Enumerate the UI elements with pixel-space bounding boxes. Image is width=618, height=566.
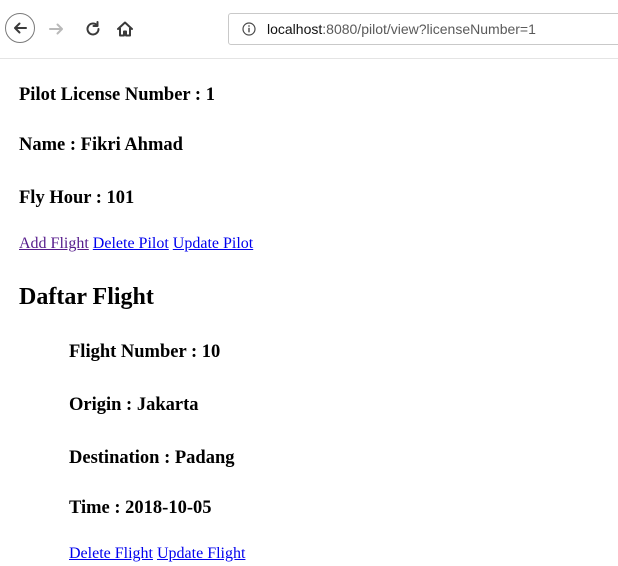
reload-icon	[86, 21, 100, 36]
info-icon[interactable]	[242, 22, 256, 36]
flight-list-heading: Daftar Flight	[19, 284, 154, 310]
forward-button[interactable]	[44, 16, 70, 42]
pilot-name-text: Name : Fikri Ahmad	[19, 135, 183, 155]
flight-time-text: Time : 2018-10-05	[69, 498, 212, 518]
update-flight-link[interactable]: Update Flight	[157, 545, 245, 562]
back-button[interactable]	[5, 13, 35, 43]
address-bar[interactable]: localhost:8080/pilot/view?licenseNumber=…	[228, 13, 618, 45]
license-number-text: Pilot License Number : 1	[19, 85, 215, 105]
flight-number-text: Flight Number : 10	[69, 342, 221, 362]
reload-button[interactable]	[80, 16, 106, 42]
home-button[interactable]	[112, 16, 138, 42]
delete-flight-link[interactable]: Delete Flight	[69, 545, 153, 562]
flight-origin-text: Origin : Jakarta	[69, 395, 199, 415]
flight-destination-text: Destination : Padang	[69, 448, 235, 468]
home-icon	[117, 21, 133, 37]
pilot-actions: Add Flight Delete Pilot Update Pilot	[19, 235, 253, 253]
arrow-right-icon	[49, 23, 63, 35]
update-pilot-link[interactable]: Update Pilot	[173, 235, 253, 252]
url-path: :8080/pilot/view?licenseNumber=1	[322, 21, 536, 37]
browser-toolbar: localhost:8080/pilot/view?licenseNumber=…	[0, 0, 618, 59]
fly-hour-text: Fly Hour : 101	[19, 188, 135, 208]
url-host: localhost	[267, 21, 323, 37]
delete-pilot-link[interactable]: Delete Pilot	[93, 235, 169, 252]
flight-actions: Delete Flight Update Flight	[69, 545, 245, 563]
arrow-left-icon	[14, 22, 27, 34]
add-flight-link[interactable]: Add Flight	[19, 235, 89, 252]
